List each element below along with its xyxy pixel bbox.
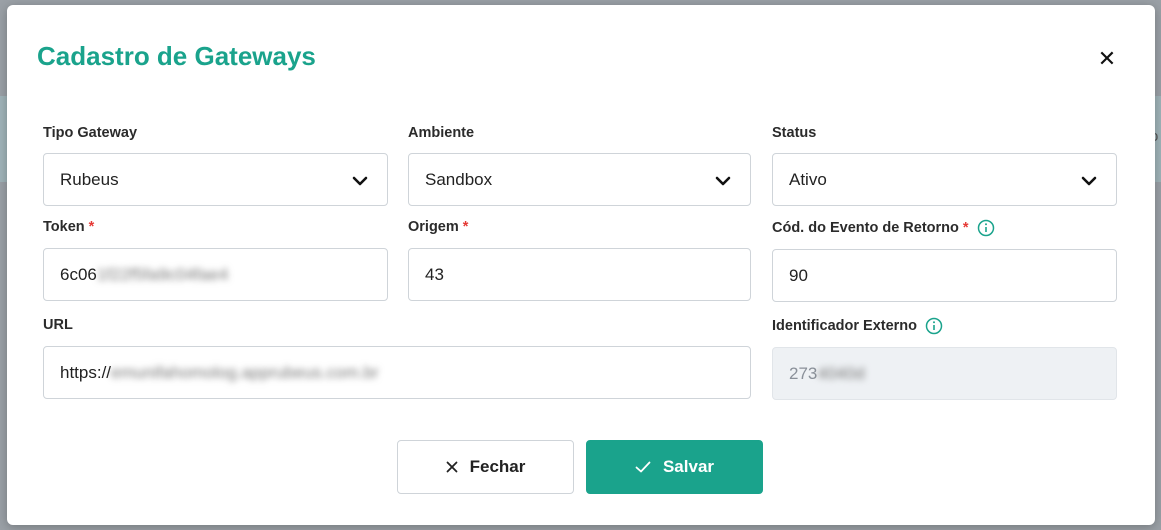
required-marker: *: [462, 219, 469, 235]
chevron-down-icon: [352, 176, 368, 186]
status-label: Status: [772, 125, 817, 141]
close-icon[interactable]: ✕: [1095, 46, 1119, 71]
url-label: URL: [43, 317, 73, 333]
save-button[interactable]: Salvar: [586, 440, 763, 494]
status-select[interactable]: Ativo: [772, 153, 1117, 206]
token-label: Token *: [43, 219, 95, 235]
required-marker: *: [88, 219, 95, 235]
tipo-gateway-label: Tipo Gateway: [43, 125, 138, 141]
required-marker: *: [962, 220, 969, 236]
ambiente-label: Ambiente: [408, 125, 475, 141]
identificador-label: Identificador Externo: [772, 317, 943, 335]
check-icon: [635, 461, 651, 473]
origem-input[interactable]: 43: [408, 248, 751, 301]
token-input[interactable]: 6c06 1f22f5fa9c04fae4: [43, 248, 388, 301]
tipo-gateway-select[interactable]: Rubeus: [43, 153, 388, 206]
modal-title: Cadastro de Gateways: [37, 41, 316, 71]
info-icon[interactable]: [925, 317, 943, 335]
gateway-modal: Cadastro de Gateways ✕ Tipo Gateway Ambi…: [7, 5, 1155, 525]
url-obscured-text: emunifahomolog.apprubeus.com.br: [111, 362, 379, 382]
chevron-down-icon: [715, 176, 731, 186]
token-obscured-text: 1f22f5fa9c04fae4: [96, 264, 229, 284]
close-button[interactable]: Fechar: [397, 440, 574, 494]
cod-evento-label: Cód. do Evento de Retorno *: [772, 219, 995, 237]
url-input[interactable]: https://emunifahomolog.apprubeus.com.br: [43, 346, 751, 399]
identificador-obscured-text: 4040d: [817, 363, 865, 383]
identificador-input: 273 4040d: [772, 347, 1117, 400]
chevron-down-icon: [1081, 176, 1097, 186]
cod-evento-input[interactable]: 90: [772, 249, 1117, 302]
close-icon: [446, 461, 458, 473]
ambiente-select[interactable]: Sandbox: [408, 153, 751, 206]
info-icon[interactable]: [977, 219, 995, 237]
origem-label: Origem *: [408, 219, 469, 235]
